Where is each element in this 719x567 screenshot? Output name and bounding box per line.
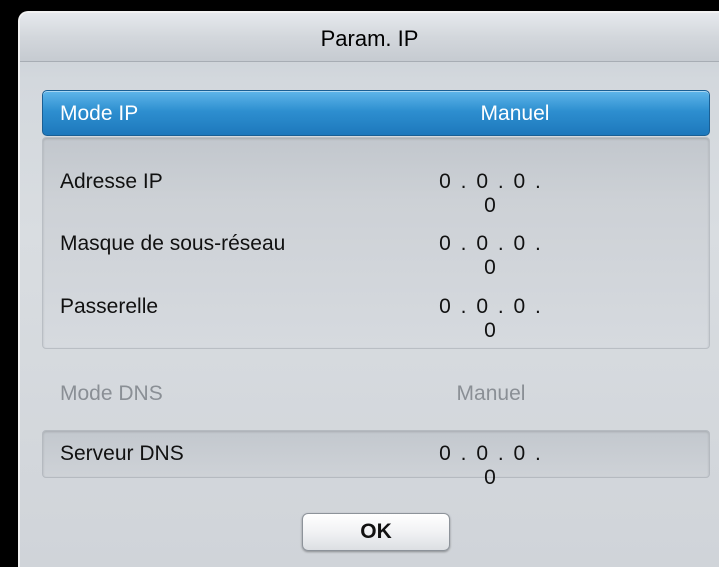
ip-address-value[interactable]: 0 . 0 . 0 . 0 [430,170,552,218]
mode-dns-value: Manuel [456,382,526,405]
mode-ip-label: Mode IP [60,102,139,125]
dns-server-label: Serveur DNS [60,442,184,465]
mode-dns-label: Mode DNS [60,382,163,405]
dns-server-value[interactable]: 0 . 0 . 0 . 0 [430,442,552,490]
mode-ip-value: Manuel [480,102,550,125]
ip-settings-dialog: Param. IP Mode IP Manuel Adresse IP 0 . … [18,11,719,567]
dialog-title: Param. IP [320,26,419,51]
gateway-value[interactable]: 0 . 0 . 0 . 0 [430,295,552,343]
subnet-mask-value[interactable]: 0 . 0 . 0 . 0 [430,232,552,280]
dialog-title-bar: Param. IP [20,13,719,62]
ip-address-label: Adresse IP [60,170,163,193]
gateway-label: Passerelle [60,295,159,318]
ok-button[interactable]: OK [302,513,450,551]
mode-ip-row[interactable]: Mode IP Manuel [42,90,710,136]
subnet-mask-label: Masque de sous-réseau [60,232,286,255]
